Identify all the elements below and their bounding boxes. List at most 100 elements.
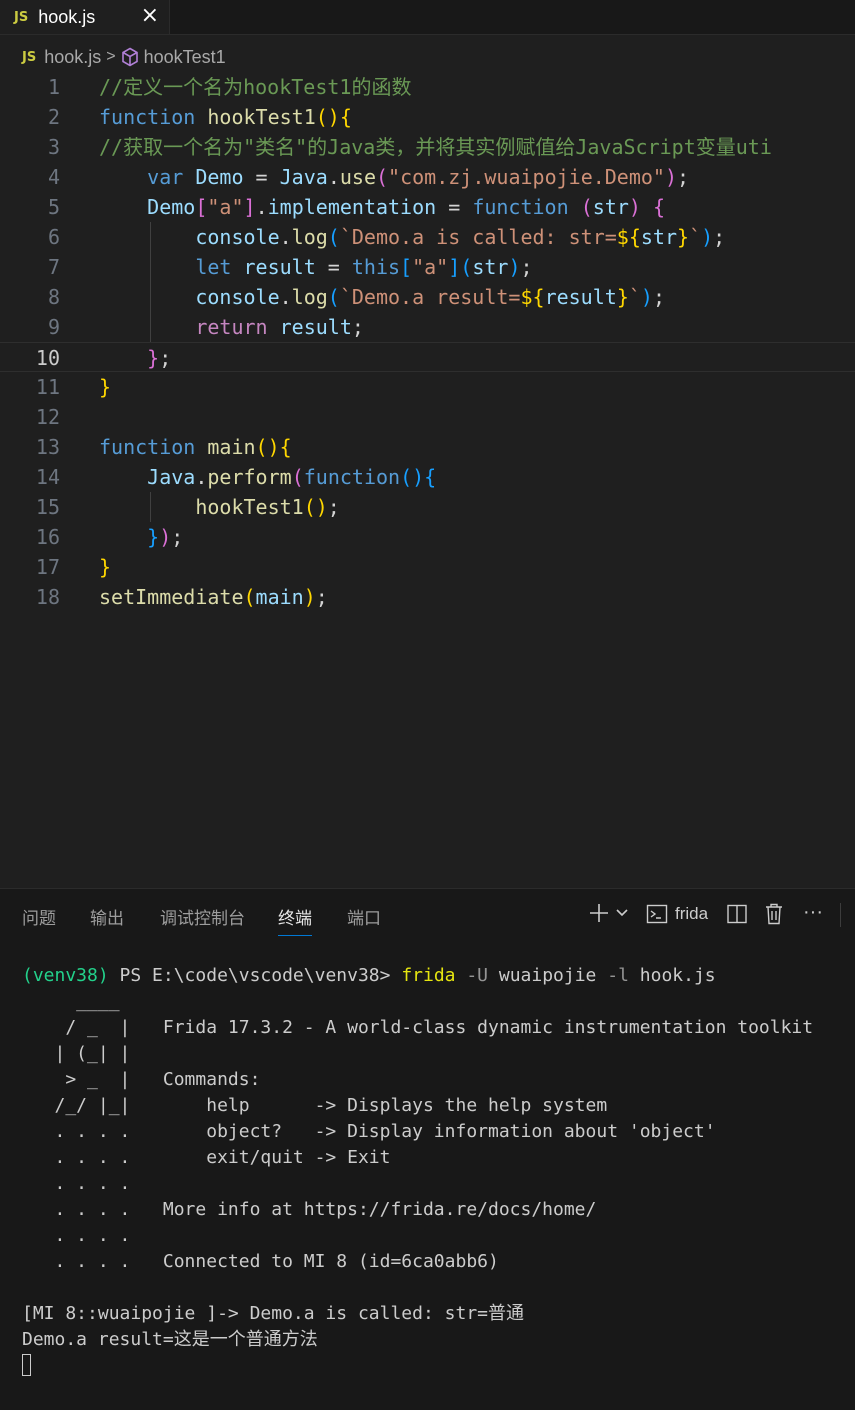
terminal-text: . . . .: [22, 1173, 131, 1194]
line-number: 14: [35, 465, 60, 489]
code-token: (: [327, 285, 340, 309]
code-token: perform: [207, 465, 292, 489]
more-actions-button[interactable]: ···: [803, 901, 823, 924]
code-line[interactable]: 12: [0, 402, 855, 432]
code-line[interactable]: 11}: [0, 372, 855, 402]
split-terminal-button[interactable]: [726, 903, 748, 930]
new-terminal-button[interactable]: [588, 901, 610, 930]
code-token: ;: [677, 165, 690, 189]
editor-tab-bar: JS hook.js ×: [0, 0, 855, 35]
code-text: //定义一个名为hookTest1的函数: [99, 72, 411, 102]
code-token: ;: [327, 495, 340, 519]
code-token: .: [279, 285, 292, 309]
code-token: implementation: [267, 195, 437, 219]
tab-terminal[interactable]: 终端: [278, 904, 312, 936]
line-number: 1: [47, 75, 60, 99]
code-text: }: [99, 552, 111, 582]
code-token: ${: [616, 225, 641, 249]
close-icon[interactable]: ×: [141, 3, 159, 28]
code-line[interactable]: 7 let result = this["a"](str);: [0, 252, 855, 282]
code-token: (: [327, 225, 340, 249]
tab-problems[interactable]: 问题: [22, 904, 56, 935]
code-token: function: [99, 105, 196, 129]
breadcrumb-symbol[interactable]: hookTest1: [144, 47, 226, 68]
tab-debug-console[interactable]: 调试控制台: [160, 904, 245, 935]
panel-tab-bar: 问题 输出 调试控制台 终端 端口 frida ···: [0, 889, 855, 943]
chevron-down-icon: [616, 909, 628, 917]
code-token: (: [291, 465, 304, 489]
code-token: log: [291, 225, 328, 249]
code-token: ): [640, 285, 653, 309]
code-token: ;: [520, 255, 533, 279]
terminal-line: > _ | Commands:: [22, 1067, 260, 1093]
code-token: {: [279, 435, 292, 459]
line-number: 17: [35, 555, 60, 579]
code-token: //获取一个名为"类名"的Java类，并将其实例赋值给JavaScript变量u…: [99, 135, 772, 159]
terminal-line: /_/ |_| help -> Displays the help system: [22, 1093, 608, 1119]
symbol-method-icon: [121, 47, 138, 67]
terminal-text: -U: [455, 965, 499, 986]
code-line[interactable]: 2 function hookTest1(){: [0, 102, 855, 132]
code-text: return result;: [99, 312, 364, 342]
code-token: main: [255, 585, 304, 609]
terminal-line: Demo.a result=这是一个普通方法: [22, 1327, 318, 1353]
terminal-text: Demo.a result=这是一个普通方法: [22, 1329, 318, 1350]
code-token: }: [677, 225, 690, 249]
breadcrumb-file[interactable]: hook.js: [44, 47, 101, 68]
code-line[interactable]: 17}: [0, 552, 855, 582]
code-line[interactable]: 14 Java.perform(function(){: [0, 462, 855, 492]
terminal-text: > _ | Commands:: [22, 1069, 261, 1090]
code-line[interactable]: 6 console.log(`Demo.a is called: str=${s…: [0, 222, 855, 252]
code-line[interactable]: 18 setImmediate(main);: [0, 582, 855, 612]
code-token: `: [689, 225, 702, 249]
kill-terminal-button[interactable]: [764, 902, 784, 931]
terminal-instance[interactable]: frida: [646, 903, 708, 925]
terminal-line: (venv38) PS E:\code\vscode\venv38> frida…: [22, 963, 716, 989]
code-token: ): [303, 585, 316, 609]
terminal-text: . . . . object? -> Display information a…: [22, 1121, 716, 1142]
code-token: (): [400, 465, 425, 489]
code-token: str: [640, 225, 678, 249]
line-number: 4: [47, 165, 60, 189]
code-token: Java: [147, 465, 196, 489]
code-token: str: [592, 195, 629, 219]
code-line[interactable]: 5 Demo["a"].implementation = function (s…: [0, 192, 855, 222]
javascript-file-icon: JS: [14, 9, 29, 25]
tab-hook-js[interactable]: JS hook.js ×: [0, 0, 170, 34]
terminal-icon: [646, 904, 668, 924]
terminal-text: ____: [22, 991, 120, 1012]
terminal-line: | (_| |: [22, 1041, 131, 1067]
code-text: var Demo = Java.use("com.zj.wuaipojie.De…: [99, 162, 689, 192]
code-line[interactable]: 1 //定义一个名为hookTest1的函数: [0, 72, 855, 102]
code-text: }: [99, 372, 111, 402]
code-token: (: [460, 255, 473, 279]
code-token: }: [99, 555, 112, 579]
code-token: (): [255, 435, 280, 459]
tab-output[interactable]: 输出: [90, 904, 124, 935]
code-line[interactable]: 10 };: [0, 342, 855, 372]
tab-ports[interactable]: 端口: [347, 904, 381, 935]
code-line[interactable]: 3 //获取一个名为"类名"的Java类，并将其实例赋值给JavaScript变量…: [0, 132, 855, 162]
terminal-profile-dropdown[interactable]: [615, 903, 629, 928]
terminal-line: ____: [22, 989, 120, 1015]
code-line[interactable]: 16 });: [0, 522, 855, 552]
code-text: //获取一个名为"类名"的Java类，并将其实例赋值给JavaScript变量u…: [99, 132, 772, 162]
line-number: 2: [47, 105, 60, 129]
code-line[interactable]: 9 return result;: [0, 312, 855, 342]
code-editor[interactable]: 1 //定义一个名为hookTest1的函数 2 function hookTest1…: [0, 72, 855, 892]
line-number: 15: [35, 495, 60, 519]
code-line[interactable]: 15 hookTest1();: [0, 492, 855, 522]
terminal-text: | (_| |: [22, 1043, 131, 1064]
javascript-file-icon: JS: [22, 49, 37, 65]
code-token: =: [436, 195, 473, 219]
code-line[interactable]: 8 console.log(`Demo.a result=${result}`)…: [0, 282, 855, 312]
code-token: result: [279, 315, 352, 339]
code-line[interactable]: 4 var Demo = Java.use("com.zj.wuaipojie.…: [0, 162, 855, 192]
line-number: 10: [35, 346, 60, 370]
line-number: 5: [47, 195, 60, 219]
code-line[interactable]: 13 function main(){: [0, 432, 855, 462]
bottom-panel: 问题 输出 调试控制台 终端 端口 frida ··· (venv38) PS …: [0, 888, 855, 1410]
